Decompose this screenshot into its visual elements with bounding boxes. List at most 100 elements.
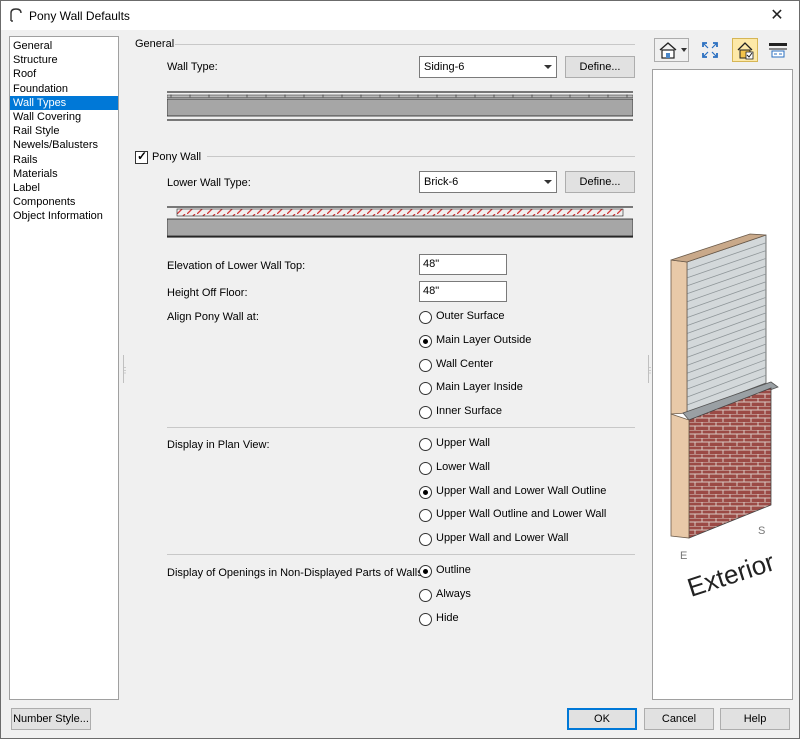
right-splitter-grip[interactable]: ⋮ [646,355,654,383]
wall-type-preview [167,91,633,121]
wall-type-select[interactable]: Siding-6 [419,56,557,78]
wall-3d-render: E S Exterior [670,233,779,603]
sidebar-item-rail-style[interactable]: Rail Style [10,124,118,138]
pony-wall-checkbox[interactable] [135,149,148,164]
display-divider [167,427,635,428]
openings-divider [167,554,635,555]
cancel-button[interactable]: Cancel [644,708,714,730]
radio-button[interactable] [419,533,432,547]
sidebar-item-general[interactable]: General [10,39,118,53]
radio-label: Inner Surface [436,405,503,418]
wall-type-define-button[interactable]: Define... [565,56,635,78]
wall-type-value: Siding-6 [424,61,465,73]
lower-wall-type-preview [167,206,633,238]
radio-label: Wall Center [436,357,494,370]
general-group-title: General [135,38,175,50]
sidebar-item-foundation[interactable]: Foundation [10,82,118,96]
radio-button[interactable] [419,358,432,372]
align-option-inner-surface[interactable]: Inner Surface [419,405,639,421]
wall-section-icon[interactable] [768,41,788,59]
elevation-label: Elevation of Lower Wall Top: [167,260,306,272]
radio-label: Outline [436,564,471,576]
radio-button[interactable] [419,406,432,420]
lower-wall-type-value: Brick-6 [424,176,459,188]
display-option-lower-wall[interactable]: Lower Wall [419,461,639,477]
align-option-main-layer-outside[interactable]: Main Layer Outside [419,334,639,350]
sidebar-item-wall-types[interactable]: Wall Types [10,95,118,110]
left-splitter-grip[interactable]: ⋮ [121,355,129,383]
lower-wall-type-define-button[interactable]: Define... [565,171,635,193]
radio-label: Main Layer Outside [436,333,532,346]
radio-label: Main Layer Inside [436,381,523,394]
align-option-wall-center[interactable]: Wall Center [419,358,639,374]
sidebar-item-components[interactable]: Components [10,195,118,209]
radio-button[interactable] [419,438,432,451]
radio-button[interactable] [419,311,432,324]
display-plan-view-label: Display in Plan View: [167,439,270,451]
radio-button[interactable] [419,334,432,348]
close-icon[interactable]: ✕ [755,1,799,30]
fill-window-icon[interactable] [701,41,719,59]
radio-label: Upper Wall Outline and Lower Wall [436,508,607,521]
pony-wall-group-divider [207,156,635,157]
openings-option-outline[interactable]: Outline [419,564,639,580]
sidebar-item-label[interactable]: Label [10,181,118,195]
radio-button[interactable] [419,461,432,475]
radio-button[interactable] [419,612,432,626]
align-pony-wall-label: Align Pony Wall at: [167,311,259,323]
sidebar-item-materials[interactable]: Materials [10,167,118,181]
display-option-upper-wall[interactable]: Upper Wall [419,437,639,453]
material-view-icon [737,42,754,60]
radio-label: Lower Wall [436,460,490,473]
exterior-label: Exterior [684,546,779,602]
lower-wall-type-select[interactable]: Brick-6 [419,171,557,193]
radio-label: Outer Surface [436,310,505,322]
radio-label: Upper Wall and Lower Wall [436,532,569,545]
chevron-down-icon [544,180,552,184]
help-button[interactable]: Help [720,708,790,730]
wall-type-label: Wall Type: [167,61,218,73]
height-off-floor-field[interactable]: 48" [419,281,507,302]
general-group-divider [175,44,635,45]
sidebar-item-object-information[interactable]: Object Information [10,209,118,223]
lower-wall-type-label: Lower Wall Type: [167,177,251,189]
radio-button[interactable] [419,565,432,578]
app-icon [10,8,22,22]
openings-option-hide[interactable]: Hide [419,612,639,628]
openings-label: Display of Openings in Non-Displayed Par… [167,567,426,579]
display-option-upper-wall-and-lower-wall[interactable]: Upper Wall and Lower Wall [419,532,639,548]
ok-button[interactable]: OK [567,708,637,730]
sidebar-item-rails[interactable]: Rails [10,153,118,167]
house-view-dropdown[interactable] [654,38,689,62]
window-title: Pony Wall Defaults [29,9,130,23]
sidebar-item-newels-balusters[interactable]: Newels/Balusters [10,138,118,152]
pony-wall-group-title: Pony Wall [152,151,202,163]
wall-3d-preview[interactable]: E S Exterior [652,69,793,700]
category-list: General Structure Roof Foundation Wall Types… [9,36,119,700]
radio-button[interactable] [419,485,432,499]
align-option-outer-surface[interactable]: Outer Surface [419,310,639,326]
radio-button[interactable] [419,382,432,396]
house-view-icon [659,42,677,59]
radio-button[interactable] [419,509,432,523]
radio-label: Hide [436,611,459,624]
radio-label: Upper Wall and Lower Wall Outline [436,484,607,497]
display-option-upper-wall-outline-and-lower-wall[interactable]: Upper Wall Outline and Lower Wall [419,508,639,524]
radio-label: Always [436,587,471,600]
sidebar-item-wall-covering[interactable]: Wall Covering [10,110,118,124]
number-style-button[interactable]: Number Style... [11,708,91,730]
title-bar: Pony Wall Defaults ✕ [1,1,799,30]
radio-label: Upper Wall [436,437,490,449]
pony-wall-defaults-dialog: Pony Wall Defaults ✕ General Structure Roo… [0,0,800,739]
sidebar-item-roof[interactable]: Roof [10,67,118,81]
elevation-field[interactable]: 48" [419,254,507,275]
compass-s-label: S [758,525,765,537]
chevron-down-icon [681,48,687,52]
material-view-toggle[interactable] [732,38,758,62]
height-off-floor-label: Height Off Floor: [167,287,248,299]
align-option-main-layer-inside[interactable]: Main Layer Inside [419,381,639,397]
display-option-upper-wall-and-lower-wall-outline[interactable]: Upper Wall and Lower Wall Outline [419,485,639,501]
openings-option-always[interactable]: Always [419,588,639,604]
sidebar-item-structure[interactable]: Structure [10,53,118,67]
radio-button[interactable] [419,588,432,602]
